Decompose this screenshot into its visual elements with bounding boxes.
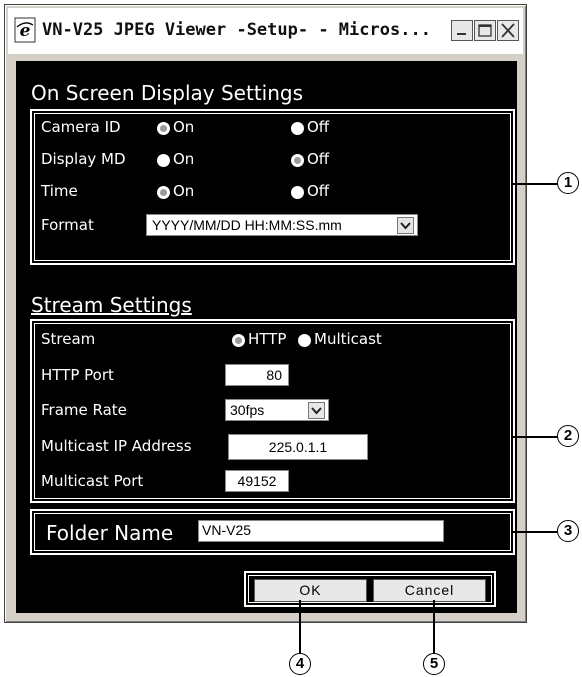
folder-name-group: Folder Name VN-V25 <box>30 509 515 555</box>
osd-section-title: On Screen Display Settings <box>31 81 304 105</box>
osd-settings-group: Camera ID On Off Display MD On Off Time … <box>30 109 515 265</box>
time-on-label: On <box>173 182 195 200</box>
time-off-radio[interactable] <box>291 186 304 199</box>
title-bar[interactable]: e VN-V25 JPEG Viewer -Setup- - Micros... <box>8 8 523 54</box>
close-icon <box>501 23 515 38</box>
callout-line-4 <box>299 600 301 654</box>
multicast-port-label: Multicast Port <box>41 472 144 490</box>
frame-rate-label: Frame Rate <box>41 401 127 419</box>
display-md-label: Display MD <box>41 150 126 168</box>
stream-multicast-label: Multicast <box>314 330 382 348</box>
camera-id-on-radio[interactable] <box>157 122 170 135</box>
stream-section-title: Stream Settings <box>31 293 192 317</box>
display-md-off-label: Off <box>307 150 330 168</box>
format-value: YYYY/MM/DD HH:MM:SS.mm <box>152 217 342 233</box>
display-md-off-radio[interactable] <box>291 154 304 167</box>
format-select[interactable]: YYYY/MM/DD HH:MM:SS.mm <box>146 214 418 236</box>
callout-3: 3 <box>557 520 579 542</box>
setup-window: e VN-V25 JPEG Viewer -Setup- - Micros...… <box>4 4 527 623</box>
callout-2: 2 <box>557 425 579 447</box>
display-md-on-label: On <box>173 150 195 168</box>
http-port-input[interactable]: 80 <box>225 364 289 386</box>
format-label: Format <box>41 216 94 234</box>
maximize-icon <box>478 24 492 37</box>
time-off-label: Off <box>307 182 330 200</box>
http-port-label: HTTP Port <box>41 366 114 384</box>
multicast-port-input[interactable]: 49152 <box>225 470 289 492</box>
stream-multicast-radio[interactable] <box>298 334 311 347</box>
callout-line-5 <box>433 600 435 654</box>
stream-label: Stream <box>41 330 96 348</box>
multicast-ip-label: Multicast IP Address <box>41 437 192 455</box>
setup-content: On Screen Display Settings Camera ID On … <box>16 61 517 613</box>
chevron-down-icon <box>311 407 322 415</box>
ie-icon: e <box>14 17 36 43</box>
minimize-button[interactable] <box>451 20 473 41</box>
camera-id-off-label: Off <box>307 118 330 136</box>
folder-name-label: Folder Name <box>46 521 174 545</box>
time-label: Time <box>41 182 78 200</box>
camera-id-label: Camera ID <box>41 118 121 136</box>
display-md-on-radio[interactable] <box>157 154 170 167</box>
stream-settings-group: Stream HTTP Multicast HTTP Port 80 Frame… <box>30 319 515 503</box>
callout-line-1 <box>513 183 558 185</box>
minimize-icon <box>457 33 466 35</box>
callout-line-3 <box>513 531 558 533</box>
callout-5: 5 <box>423 653 445 675</box>
ok-button[interactable]: OK <box>254 579 367 602</box>
maximize-button[interactable] <box>474 20 496 41</box>
window-title: VN-V25 JPEG Viewer -Setup- - Micros... <box>42 20 431 40</box>
cancel-button[interactable]: Cancel <box>373 579 486 602</box>
frame-rate-select[interactable]: 30fps <box>225 399 329 421</box>
callout-4: 4 <box>289 653 311 675</box>
callout-1: 1 <box>557 172 579 194</box>
button-group: OK Cancel <box>244 571 496 607</box>
close-button[interactable] <box>497 20 519 41</box>
chevron-down-icon <box>400 222 411 230</box>
time-on-radio[interactable] <box>157 186 170 199</box>
stream-http-label: HTTP <box>248 330 287 348</box>
format-dropdown-button[interactable] <box>397 217 414 234</box>
folder-name-input[interactable]: VN-V25 <box>198 520 444 542</box>
frame-rate-dropdown-button[interactable] <box>308 402 325 419</box>
multicast-ip-input[interactable]: 225.0.1.1 <box>228 434 368 460</box>
camera-id-off-radio[interactable] <box>291 122 304 135</box>
camera-id-on-label: On <box>173 118 195 136</box>
frame-rate-value: 30fps <box>230 402 265 418</box>
callout-line-2 <box>513 436 558 438</box>
stream-http-radio[interactable] <box>232 334 245 347</box>
